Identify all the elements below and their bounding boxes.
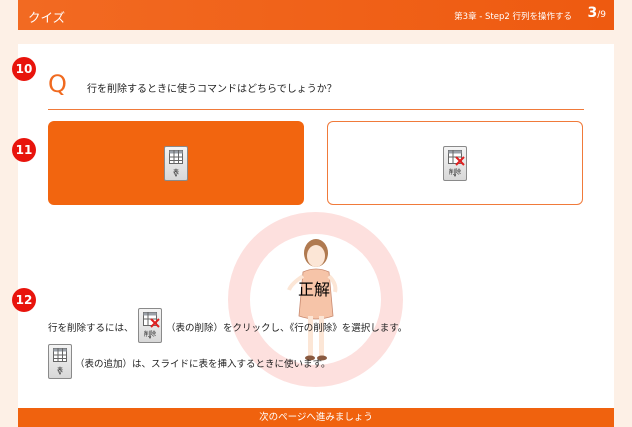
step-marker-12: 12	[12, 288, 36, 312]
question-text: 行を削除するときに使うコマンドはどちらでしょうか？	[87, 84, 337, 95]
chevron-down-icon: ▾	[453, 172, 457, 179]
page-indicator: 3/9	[587, 5, 606, 21]
table-icon: 表 ▾	[48, 344, 72, 379]
chevron-down-icon: ▾	[174, 172, 178, 179]
table-icon: 表 ▾	[164, 145, 188, 181]
page-total: /9	[597, 10, 606, 20]
explanation-text-2: （表の追加）は、スライドに表を挿入するときに使います。	[75, 359, 331, 370]
question-divider	[48, 109, 584, 110]
choice-delete-button[interactable]: 削除 ▾	[327, 121, 583, 205]
app-title: クイズ	[28, 10, 66, 25]
step-marker-11: 11	[12, 138, 36, 162]
next-page-button[interactable]: 次のページへ進みましょう	[18, 408, 614, 427]
page-current: 3	[587, 5, 598, 21]
header-bar: クイズ 第3章 - Step2 行列を操作する 3/9	[18, 0, 614, 30]
correct-label: 正解	[298, 280, 331, 299]
question-letter: Q	[48, 70, 67, 98]
explanation-text-1b: （表の削除）をクリックし、《行の削除》を選択します。	[166, 323, 408, 334]
step-marker-10: 10	[12, 57, 36, 81]
explanation-text-1a: 行を削除するには、	[48, 323, 134, 334]
chevron-down-icon: ▾	[148, 335, 152, 341]
chapter-label: 第3章 - Step2 行列を操作する	[454, 12, 572, 22]
explanation-line-2: 表 ▾ （表の追加）は、スライドに表を挿入するときに使います。	[48, 344, 428, 380]
explanation-line-1: 行を削除するには、 削除 ▾ （表の削除）をクリックし、《行の削除》を選択します…	[48, 308, 428, 344]
chevron-down-icon: ▾	[58, 371, 62, 377]
choice-table-button[interactable]: 表 ▾	[48, 121, 304, 205]
delete-table-icon: 削除 ▾	[138, 308, 162, 343]
delete-table-icon: 削除 ▾	[443, 145, 467, 181]
